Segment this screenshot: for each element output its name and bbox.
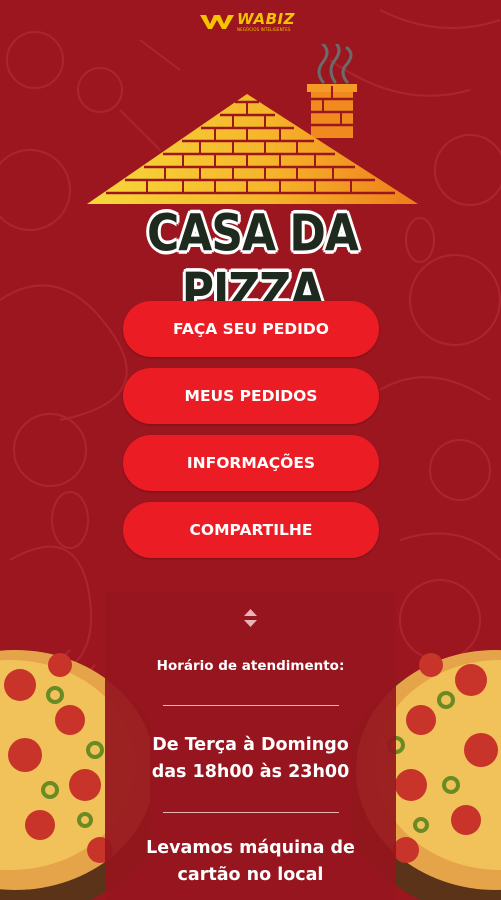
main-menu: FAÇA SEU PEDIDO MEUS PEDIDOS INFORMAÇÕES… <box>123 301 379 569</box>
expand-updown-icon[interactable] <box>242 607 259 629</box>
hours-line-2: das 18h00 às 23h00 <box>151 762 350 782</box>
divider <box>163 812 339 813</box>
brand-name: WABIZ <box>237 10 296 28</box>
wabiz-brand: WABIZ NEGÓCIOS INTELIGENTES <box>200 9 310 35</box>
information-button[interactable]: INFORMAÇÕES <box>123 435 379 491</box>
info-panel: Horário de atendimento: De Terça à Domin… <box>105 592 396 900</box>
house-roof-icon <box>87 44 418 204</box>
hours-line-1: De Terça à Domingo <box>152 735 349 755</box>
casa-da-pizza-logo: CASA DA PIZZA <box>75 44 430 322</box>
schedule-label: Horário de atendimento: <box>156 658 345 674</box>
chimney-smoke-icon <box>317 44 353 84</box>
wabiz-logo-icon <box>200 13 234 31</box>
my-orders-button[interactable]: MEUS PEDIDOS <box>123 368 379 424</box>
card-line-2: cartão no local <box>177 865 324 885</box>
card-machine-notice: Levamos máquina de cartão no local <box>105 835 396 889</box>
divider <box>163 705 339 706</box>
order-button[interactable]: FAÇA SEU PEDIDO <box>123 301 379 357</box>
opening-hours: De Terça à Domingo das 18h00 às 23h00 <box>105 732 396 786</box>
share-button[interactable]: COMPARTILHE <box>123 502 379 558</box>
card-line-1: Levamos máquina de <box>146 838 355 858</box>
brand-tagline: NEGÓCIOS INTELIGENTES <box>237 27 291 32</box>
